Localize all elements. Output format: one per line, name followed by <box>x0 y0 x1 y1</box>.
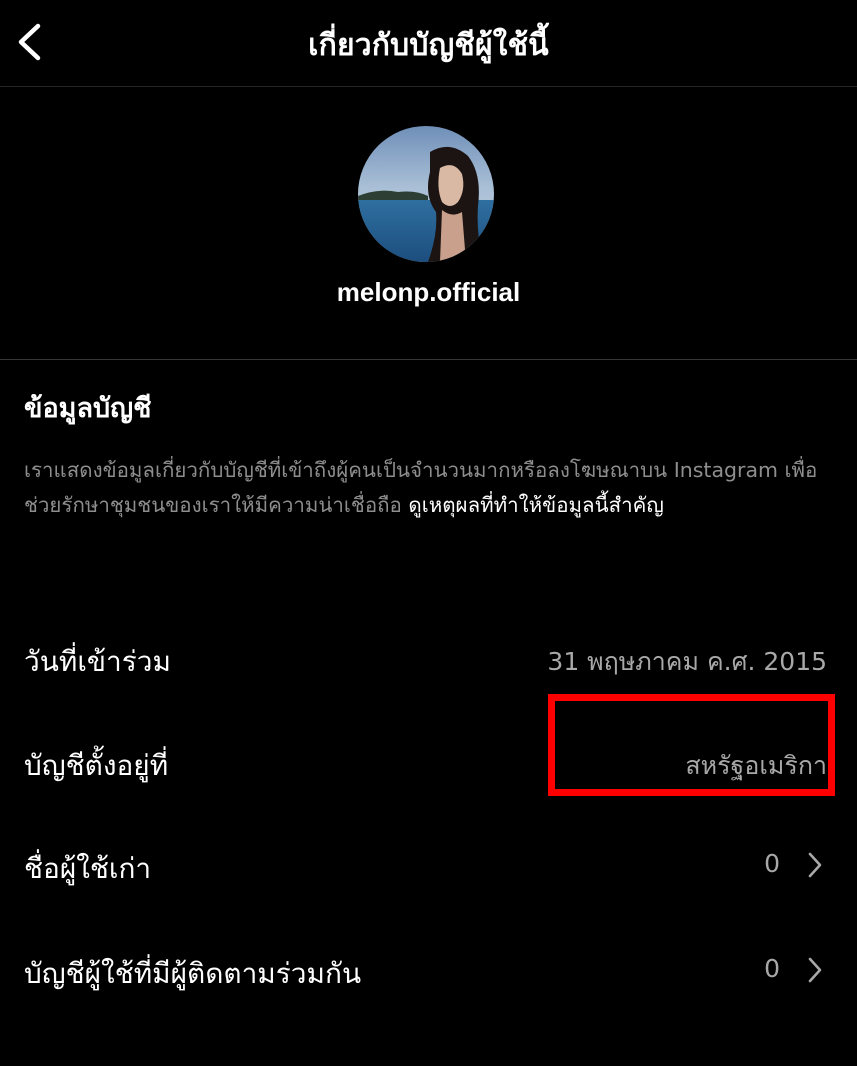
former-usernames-label: ชื่อผู้ใช้เก่า <box>24 852 152 885</box>
shared-followers-label: บัญชีผู้ใช้ที่มีผู้ติดตามร่วมกัน <box>24 957 362 990</box>
avatar[interactable] <box>358 126 494 262</box>
account-location-label: บัญชีตั้งอยู่ที่ <box>24 749 169 782</box>
page-title: เกี่ยวกับบัญชีผู้ใช้นี้ <box>308 28 549 63</box>
highlight-annotation <box>548 694 835 796</box>
account-info-description: เราแสดงข้อมูลเกี่ยวกับบัญชีที่เข้าถึงผู้… <box>24 453 834 523</box>
date-joined-label: วันที่เข้าร่วม <box>24 645 171 678</box>
profile-photo <box>358 126 494 262</box>
shared-followers-count: 0 <box>764 954 780 983</box>
date-joined-value: 31 พฤษภาคม ค.ศ. 2015 <box>547 647 827 676</box>
section-title: ข้อมูลบัญชี <box>24 393 152 424</box>
profile-section: melonp.official <box>0 87 857 360</box>
chevron-right-icon <box>808 852 822 878</box>
learn-more-link[interactable]: ดูเหตุผลที่ทำให้ข้อมูลนี้สำคัญ <box>408 493 663 517</box>
chevron-right-icon <box>808 957 822 983</box>
former-usernames-count: 0 <box>764 849 780 878</box>
top-bar: เกี่ยวกับบัญชีผู้ใช้นี้ <box>0 0 857 87</box>
username: melonp.official <box>336 277 521 307</box>
former-usernames-row[interactable]: ชื่อผู้ใช้เก่า 0 <box>0 835 857 895</box>
date-joined-row: วันที่เข้าร่วม 31 พฤษภาคม ค.ศ. 2015 <box>0 628 857 688</box>
shared-followers-row[interactable]: บัญชีผู้ใช้ที่มีผู้ติดตามร่วมกัน 0 <box>0 940 857 1000</box>
